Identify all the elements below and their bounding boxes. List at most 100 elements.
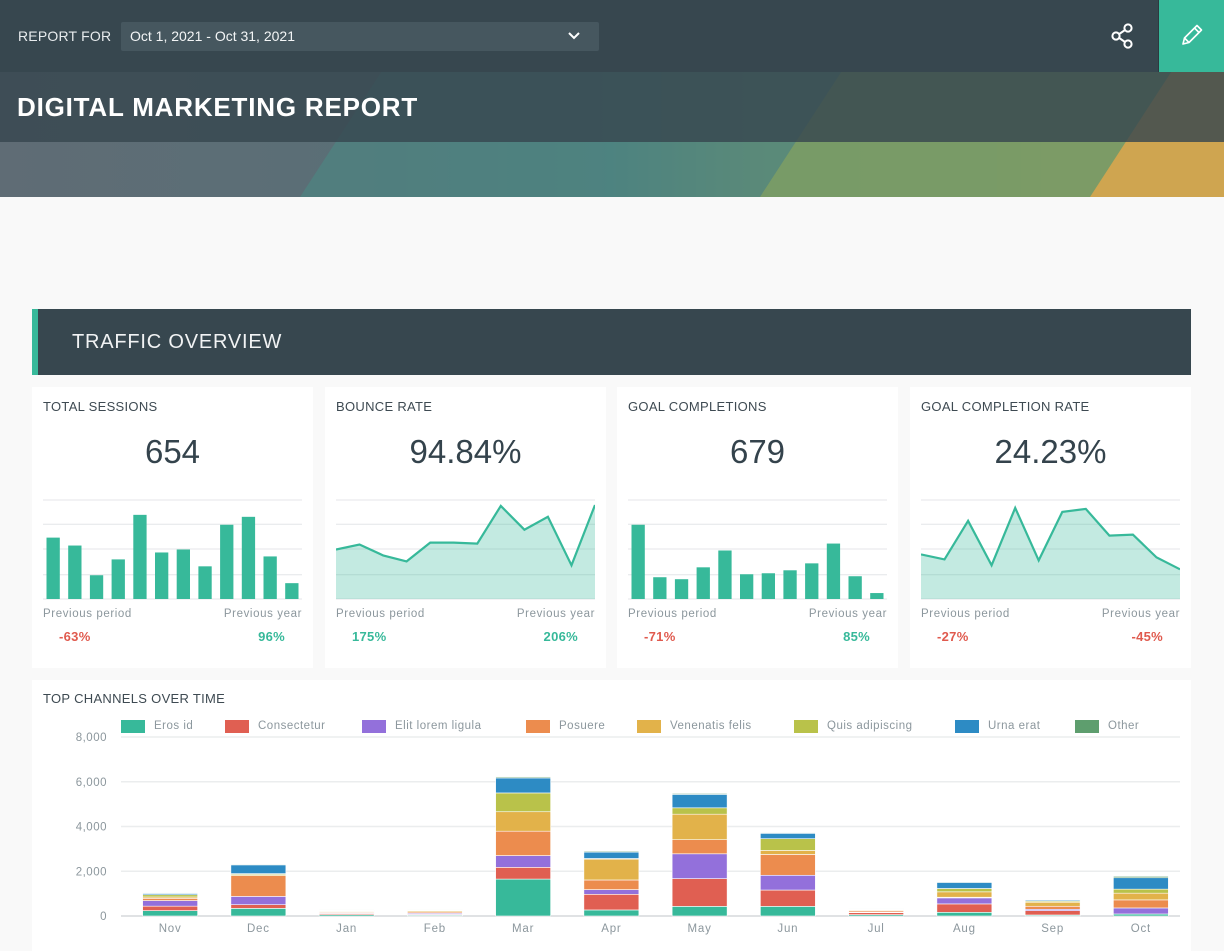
stack-segment bbox=[142, 892, 198, 894]
stack-segment bbox=[760, 906, 816, 917]
date-range-value: Oct 1, 2021 - Oct 31, 2021 bbox=[130, 28, 295, 44]
x-tick-label: Apr bbox=[601, 923, 621, 935]
kpi-card-goal-completion-rate: GOAL COMPLETION RATE 24.23% Previous per… bbox=[910, 387, 1191, 668]
x-tick-label: Nov bbox=[159, 923, 182, 935]
report-for-label: REPORT FOR bbox=[18, 28, 112, 44]
kpi-bar bbox=[263, 556, 277, 599]
date-range-select[interactable]: Oct 1, 2021 - Oct 31, 2021 bbox=[121, 22, 599, 51]
page-title: DIGITAL MARKETING REPORT bbox=[17, 92, 419, 122]
edit-button[interactable] bbox=[1158, 0, 1224, 72]
kpi-bar bbox=[740, 574, 754, 599]
kpi-bar bbox=[176, 549, 190, 599]
kpi-bar bbox=[761, 573, 775, 599]
stack-segment bbox=[583, 893, 640, 911]
stack-segment bbox=[760, 850, 816, 855]
kpi-value: 679 bbox=[729, 433, 786, 470]
stack-segment bbox=[1024, 910, 1081, 916]
kpi-bar bbox=[46, 537, 60, 599]
section-title: TRAFFIC OVERVIEW bbox=[72, 331, 283, 353]
stack-segment bbox=[760, 874, 816, 891]
stack-segment bbox=[671, 878, 728, 907]
kpi-card-bounce-rate: BOUNCE RATE 94.84% Previous period Previ… bbox=[325, 387, 606, 668]
kpi-bar bbox=[653, 577, 667, 599]
stack-segment bbox=[407, 909, 463, 911]
stack-segment bbox=[583, 858, 640, 881]
stack-segment bbox=[495, 855, 551, 868]
x-tick-label: Oct bbox=[1131, 923, 1151, 935]
stack-segment bbox=[936, 888, 993, 893]
kpi-card-goal-completions: GOAL COMPLETIONS 679 Previous period Pre… bbox=[617, 387, 898, 668]
stack-segment bbox=[230, 896, 287, 906]
kpi-bar bbox=[198, 566, 212, 599]
kpi-card-total-sessions: TOTAL SESSIONS 654 Previous period Previ… bbox=[32, 387, 313, 668]
stack-segment bbox=[1113, 877, 1169, 890]
kpi-bar bbox=[220, 524, 234, 599]
kpi-bar bbox=[805, 563, 819, 599]
stack-segment bbox=[1113, 876, 1169, 879]
stack-segment bbox=[936, 882, 993, 889]
stack-segment bbox=[1113, 913, 1169, 917]
stacked-bar-chart: 0 2,000 4,000 6,000 8,000 Nov Dec Jan Feb Mar Apr M… bbox=[76, 732, 1180, 935]
stack-segment bbox=[1113, 899, 1169, 909]
stack-segment bbox=[495, 792, 551, 813]
stack-segment bbox=[230, 875, 287, 897]
stack-segment bbox=[936, 903, 993, 913]
pencil-icon bbox=[1182, 24, 1203, 45]
stack-segment bbox=[671, 794, 728, 809]
stack-segment bbox=[1024, 899, 1081, 901]
kpi-mini-chart bbox=[336, 499, 595, 600]
kpi-bar bbox=[826, 543, 841, 599]
stack-segment bbox=[1113, 892, 1169, 901]
stack-segment bbox=[760, 833, 816, 839]
stack-segment bbox=[142, 905, 198, 911]
kpi-label: GOAL COMPLETION RATE bbox=[921, 399, 1090, 414]
stack-segment bbox=[230, 904, 287, 909]
x-tick-label: Jan bbox=[336, 923, 357, 935]
stack-segment bbox=[1024, 901, 1081, 907]
kpi-label: TOTAL SESSIONS bbox=[43, 399, 158, 414]
kpi-mini-chart bbox=[628, 499, 887, 600]
stack-segment bbox=[1113, 888, 1169, 894]
y-tick-label: 6,000 bbox=[76, 777, 107, 789]
kpi-mini-chart bbox=[43, 499, 302, 600]
y-tick-label: 0 bbox=[100, 911, 107, 923]
share-button[interactable] bbox=[1104, 18, 1140, 54]
stack-segment bbox=[848, 908, 904, 910]
stack-segment bbox=[495, 777, 551, 794]
stack-segment bbox=[760, 889, 816, 907]
y-tick-label: 2,000 bbox=[76, 866, 107, 878]
previous-period-label: Previous period bbox=[921, 608, 1010, 620]
stack-segment bbox=[671, 839, 728, 855]
stack-segment bbox=[495, 811, 551, 832]
stack-segment bbox=[671, 813, 728, 841]
stack-segment bbox=[495, 776, 551, 779]
previous-period-change: -27% bbox=[937, 629, 969, 644]
stack-segment bbox=[760, 832, 816, 834]
stack-segment bbox=[583, 889, 640, 895]
stack-segment bbox=[495, 867, 551, 880]
previous-year-label: Previous year bbox=[223, 608, 302, 620]
kpi-bar bbox=[783, 570, 797, 599]
stack-segment bbox=[671, 906, 728, 917]
kpi-mini-chart bbox=[921, 499, 1180, 600]
stack-segment bbox=[142, 910, 198, 917]
x-tick-label: Jun bbox=[777, 923, 798, 935]
stack-segment bbox=[583, 909, 640, 917]
previous-year-change: -45% bbox=[1131, 629, 1163, 644]
stack-segment bbox=[142, 898, 198, 901]
kpi-bar bbox=[89, 575, 104, 599]
previous-year-change: 96% bbox=[258, 629, 285, 644]
kpi-bar bbox=[68, 545, 82, 599]
stack-segment bbox=[318, 909, 375, 911]
stack-segment bbox=[495, 878, 551, 917]
kpi-bar bbox=[696, 567, 710, 599]
kpi-label: BOUNCE RATE bbox=[336, 399, 433, 414]
chevron-down-icon bbox=[568, 32, 580, 40]
x-tick-label: Sep bbox=[1041, 923, 1064, 935]
previous-year-label: Previous year bbox=[516, 608, 595, 620]
kpi-value: 654 bbox=[144, 433, 201, 470]
y-tick-label: 8,000 bbox=[76, 732, 107, 744]
previous-period-change: -71% bbox=[644, 629, 676, 644]
stack-segment bbox=[1024, 905, 1081, 910]
section-header-traffic-overview: TRAFFIC OVERVIEW bbox=[32, 309, 1191, 375]
